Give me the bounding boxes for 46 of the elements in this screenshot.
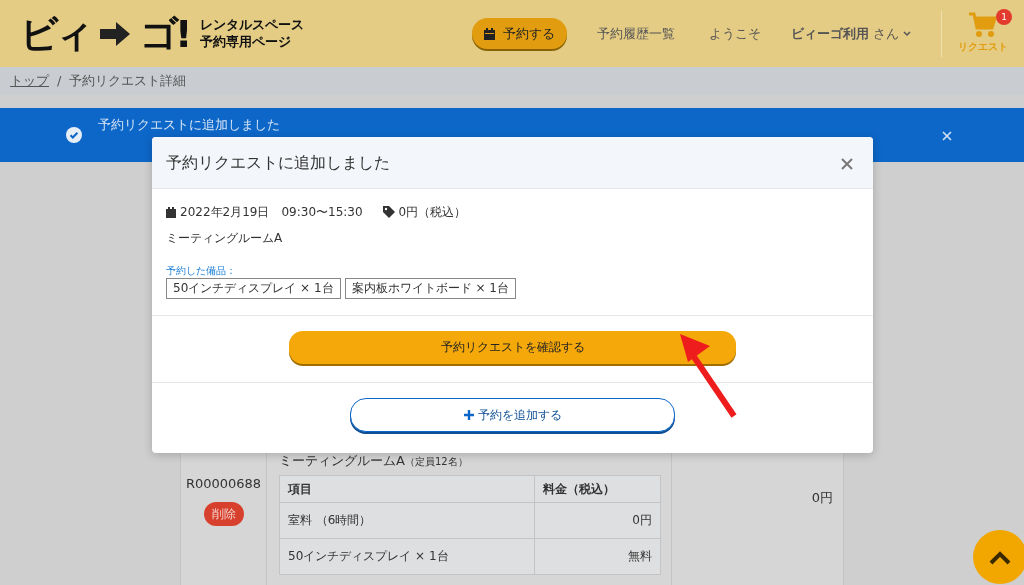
add-reservation-button[interactable]: 予約を追加する [350,397,675,432]
plus-icon [463,409,474,420]
logo-subtitle: レンタルスペース [200,16,305,34]
capacity-text: （定員12名） [404,456,468,467]
room-name: ミーティングルームA [279,453,405,468]
equipment-tag: 50インチディスプレイ × 1台 [166,278,341,299]
delete-button[interactable]: 削除 [203,501,244,526]
cart-label: リクエスト [958,39,1008,54]
check-circle-icon [66,127,82,143]
chevron-up-icon [988,549,1012,566]
table-cell: 0円 [534,502,661,538]
breadcrumb-current: 予約リクエスト詳細 [69,72,187,91]
nav-link[interactable]: ようこそ [709,23,761,44]
equipment-tag: 案内板ホワイトボード × 1台 [344,278,516,299]
table-cell: 50インチディスプレイ × 1台 [279,538,535,574]
price-text: 0円（税込） [398,204,467,221]
reservation-date: 2022年2月19日 09:30〜15:30 [180,204,363,221]
breadcrumb-separator: / [57,72,62,91]
modal-title: 予約リクエストに追加しました [166,151,390,174]
table-cell: 室料 （6時間） [279,502,535,538]
column-header: 料金（税込） [534,475,661,502]
chevron-down-icon [903,30,911,37]
reserve-button[interactable]: 予約する [472,17,567,50]
column-header: 項目 [279,475,535,502]
user-menu[interactable]: ビィーゴ利用 さん [791,23,911,44]
breadcrumb-link[interactable]: トップ [10,71,49,91]
equipment-label: 予約した備品： [166,264,237,278]
cart-button[interactable]: リクエスト 1 [941,10,1008,57]
logo-subtitle: 予約専用ページ [200,33,293,51]
reservation-id: R00000688 [185,475,262,494]
total-price: 0円 [811,489,833,508]
tag-icon [382,206,395,218]
close-icon [841,158,853,170]
nav-link[interactable]: 予約履歴一覧 [597,23,675,44]
scroll-top-button[interactable] [973,530,1024,584]
logo-text: ビィ [20,14,90,53]
room-name: ミーティングルームA [166,230,284,247]
cart-count-badge: 1 [996,8,1012,25]
cart-icon [968,10,998,39]
logo-text: ゴ! [140,14,189,53]
calendar-icon [484,27,495,40]
calendar-icon [166,206,176,218]
confirm-request-button[interactable]: 予約リクエストを確認する [289,330,736,364]
close-icon [942,130,952,141]
table-cell: 無料 [534,538,661,574]
alert-message: 予約リクエストに追加しました [98,116,280,135]
